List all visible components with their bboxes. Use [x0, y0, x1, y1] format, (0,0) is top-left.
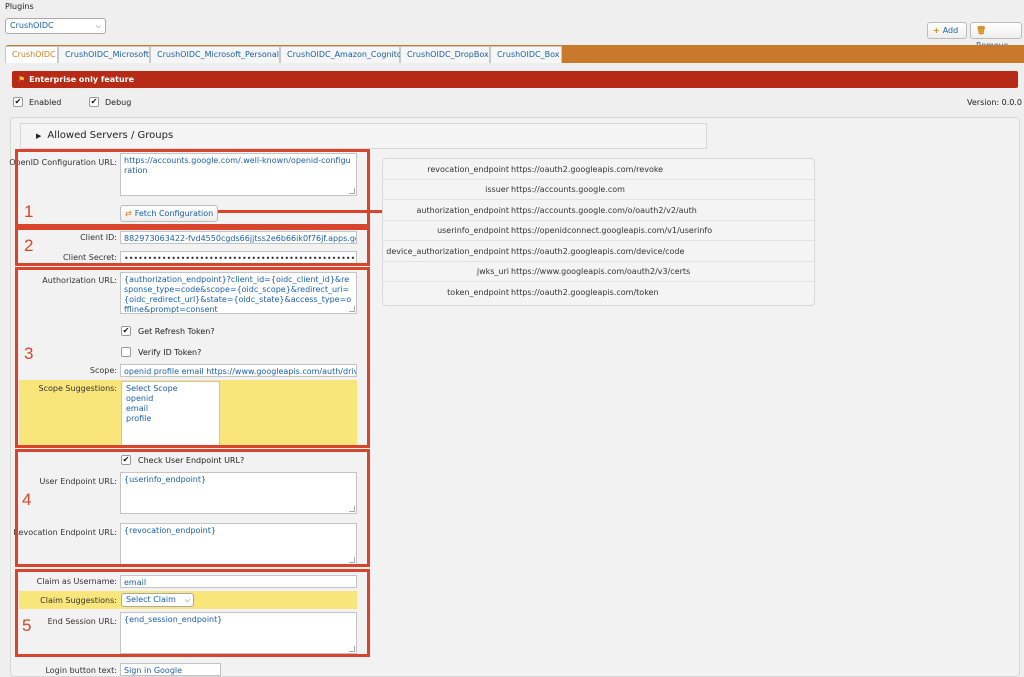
enterprise-banner: ⚑ Enterprise only feature — [12, 71, 1018, 88]
annotation-box-3 — [15, 267, 370, 448]
endpoint-value: https://accounts.google.com — [511, 185, 625, 194]
endpoint-value: https://www.googleapis.com/oauth2/v3/cer… — [511, 267, 691, 276]
enabled-checkbox[interactable]: ✔ — [13, 97, 23, 107]
endpoints-table: revocation_endpoint https://oauth2.googl… — [382, 158, 815, 306]
annotation-number-5: 5 — [22, 616, 32, 635]
enabled-label: Enabled — [29, 98, 62, 107]
tab-crushoidc-amazon-cognito[interactable]: CrushOIDC_Amazon_Cognito — [280, 46, 402, 63]
enterprise-banner-text: Enterprise only feature — [29, 75, 135, 84]
annotation-number-2: 2 — [24, 236, 34, 255]
tab-bar: CrushOIDC CrushOIDC_Microsoft CrushOIDC_… — [5, 45, 1024, 63]
table-row: jwks_uri https://www.googleapis.com/oaut… — [383, 262, 814, 282]
remove-button[interactable]: 🗑Remove — [970, 22, 1022, 50]
caret-right-icon: ▶ — [36, 132, 42, 140]
tab-crushoidc-microsoft-personal[interactable]: CrushOIDC_Microsoft_Personal — [150, 46, 280, 63]
version-label: Version: 0.0.0 — [967, 98, 1023, 107]
endpoint-key: issuer — [485, 185, 509, 194]
plugin-select[interactable]: CrushOIDC ⌵ — [5, 18, 106, 34]
annotation-number-1: 1 — [24, 202, 34, 221]
endpoint-key: jwks_uri — [476, 267, 509, 276]
annotation-box-1 — [15, 149, 370, 227]
endpoint-key: revocation_endpoint — [427, 165, 509, 174]
add-button-label: Add — [942, 26, 959, 35]
tab-crushoidc-box[interactable]: CrushOIDC_Box — [490, 46, 562, 63]
endpoint-key: authorization_endpoint — [416, 206, 509, 215]
annotation-box-4 — [15, 449, 370, 567]
trash-icon: 🗑 — [976, 26, 987, 35]
annotation-arrow — [218, 210, 384, 213]
debug-checkbox[interactable]: ✔ — [89, 97, 99, 107]
table-row: issuer https://accounts.google.com — [383, 180, 814, 200]
endpoint-key: device_authorization_endpoint — [386, 247, 509, 256]
endpoint-key: userinfo_endpoint — [437, 226, 509, 235]
plugin-select-value: CrushOIDC — [10, 21, 54, 30]
allowed-servers-label: Allowed Servers / Groups — [47, 130, 174, 141]
endpoint-value: https://oauth2.googleapis.com/token — [511, 288, 659, 297]
endpoint-value: https://accounts.google.com/o/oauth2/v2/… — [511, 206, 697, 215]
annotation-number-4: 4 — [22, 490, 32, 509]
plus-icon: + — [933, 26, 940, 35]
debug-label: Debug — [105, 98, 132, 107]
login-button-text-input[interactable]: Sign in Google — [120, 663, 221, 676]
table-row: token_endpoint https://oauth2.googleapis… — [383, 283, 814, 303]
tab-crushoidc-microsoft[interactable]: CrushOIDC_Microsoft — [58, 46, 150, 63]
allowed-servers-toggle[interactable]: ▶ Allowed Servers / Groups — [20, 123, 707, 149]
endpoint-value: https://oauth2.googleapis.com/device/cod… — [511, 247, 685, 256]
flag-icon: ⚑ — [18, 75, 26, 84]
chevron-down-icon: ⌵ — [95, 22, 101, 30]
endpoint-value: https://openidconnect.googleapis.com/v1/… — [511, 226, 713, 235]
page-title: Plugins — [5, 2, 34, 11]
table-row: device_authorization_endpoint https://oa… — [383, 242, 814, 262]
endpoint-value: https://oauth2.googleapis.com/revoke — [511, 165, 664, 174]
login-button-text-label: Login button text: — [45, 666, 117, 675]
annotation-box-2 — [15, 227, 370, 266]
annotation-box-5 — [15, 569, 370, 657]
tab-crushoidc-dropbox[interactable]: CrushOIDC_DropBox — [400, 46, 490, 63]
table-row: userinfo_endpoint https://openidconnect.… — [383, 221, 814, 241]
add-button[interactable]: + Add — [927, 22, 967, 39]
table-row: revocation_endpoint https://oauth2.googl… — [383, 160, 814, 180]
endpoint-key: token_endpoint — [447, 288, 509, 297]
annotation-number-3: 3 — [24, 344, 34, 363]
table-row: authorization_endpoint https://accounts.… — [383, 201, 814, 221]
tab-crushoidc[interactable]: CrushOIDC — [5, 46, 58, 63]
